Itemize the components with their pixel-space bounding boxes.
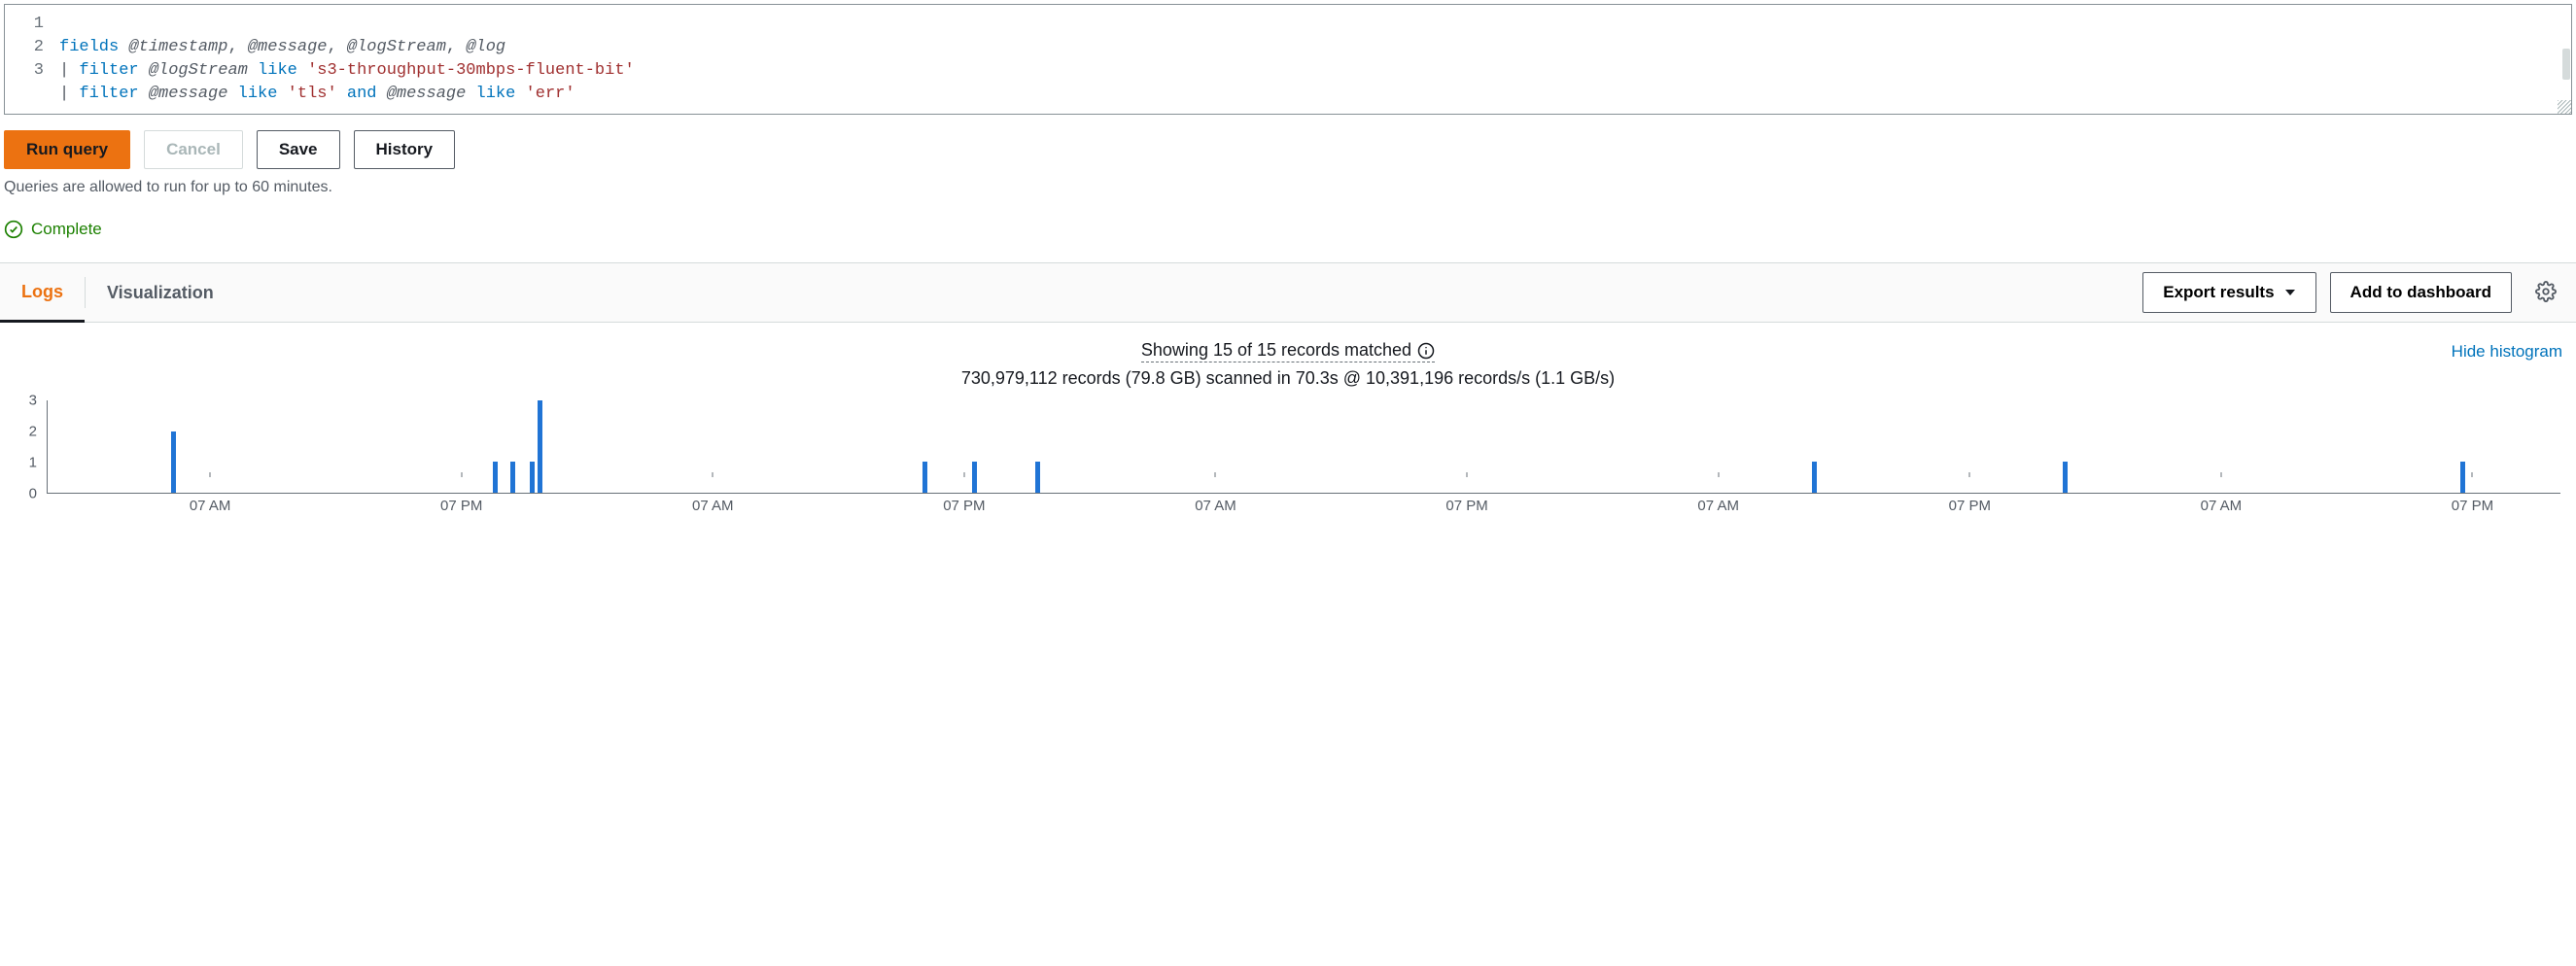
- xtick: 07 AM: [2201, 498, 2243, 514]
- histogram-chart: 0123 07 AM07 PM07 AM07 PM07 AM07 PM07 AM…: [8, 400, 2568, 517]
- save-button[interactable]: Save: [257, 130, 340, 169]
- editor-resize-handle[interactable]: [2558, 100, 2571, 114]
- settings-button[interactable]: [2535, 281, 2557, 305]
- cancel-button: Cancel: [144, 130, 243, 169]
- histogram-bar[interactable]: [493, 462, 498, 493]
- check-circle-icon: [4, 220, 23, 239]
- results-summary: Showing 15 of 15 records matched 730,979…: [0, 323, 2576, 393]
- add-to-dashboard-button[interactable]: Add to dashboard: [2330, 272, 2512, 313]
- editor-gutter: 1 2 3: [5, 13, 59, 106]
- gear-icon: [2535, 281, 2557, 302]
- caret-down-icon: [2284, 288, 2296, 297]
- editor-scrollbar[interactable]: [2562, 49, 2570, 80]
- summary-scanned: 730,979,112 records (79.8 GB) scanned in…: [8, 368, 2568, 389]
- query-editor[interactable]: 1 2 3 fields @timestamp, @message, @logS…: [4, 4, 2572, 115]
- histogram-bar[interactable]: [1035, 462, 1040, 493]
- xtick: 07 AM: [692, 498, 734, 514]
- tab-visualization[interactable]: Visualization: [86, 265, 235, 321]
- chart-plot[interactable]: [47, 400, 2560, 494]
- ytick: 0: [29, 486, 37, 502]
- hide-histogram-link[interactable]: Hide histogram: [2452, 342, 2562, 362]
- xtick: 07 PM: [943, 498, 985, 514]
- xtick: 07 AM: [1697, 498, 1739, 514]
- xtick: 07 AM: [190, 498, 231, 514]
- xtick: 07 PM: [2452, 498, 2493, 514]
- editor-code[interactable]: fields @timestamp, @message, @logStream,…: [59, 13, 2571, 106]
- summary-matched: Showing 15 of 15 records matched: [1141, 340, 1411, 361]
- results-tabbar: Logs Visualization Export results Add to…: [0, 263, 2576, 322]
- histogram-bar[interactable]: [972, 462, 977, 493]
- info-icon[interactable]: [1417, 342, 1435, 360]
- xtick: 07 PM: [1445, 498, 1487, 514]
- xtick: 07 AM: [1195, 498, 1236, 514]
- export-results-button[interactable]: Export results: [2142, 272, 2315, 313]
- histogram-bar[interactable]: [530, 462, 535, 493]
- tab-logs[interactable]: Logs: [0, 264, 85, 323]
- query-status: Complete: [0, 220, 2576, 262]
- histogram-bar[interactable]: [510, 462, 515, 493]
- histogram-bar[interactable]: [2063, 462, 2068, 493]
- xtick: 07 PM: [1949, 498, 1991, 514]
- xtick: 07 PM: [440, 498, 482, 514]
- ytick: 3: [29, 393, 37, 409]
- histogram-bar[interactable]: [922, 462, 927, 493]
- query-actions: Run query Cancel Save History: [0, 115, 2576, 179]
- chart-xaxis: 07 AM 07 PM 07 AM 07 PM 07 AM 07 PM 07 AM 07 PM…: [47, 496, 2560, 517]
- histogram-bar[interactable]: [2460, 462, 2465, 493]
- history-button[interactable]: History: [354, 130, 456, 169]
- query-limit-note: Queries are allowed to run for up to 60 …: [0, 179, 2576, 220]
- histogram-bar[interactable]: [171, 431, 176, 493]
- run-query-button[interactable]: Run query: [4, 130, 130, 169]
- status-label: Complete: [31, 220, 102, 239]
- ytick: 2: [29, 424, 37, 440]
- ytick: 1: [29, 455, 37, 471]
- histogram-bar[interactable]: [1812, 462, 1817, 493]
- chart-yaxis: 0123: [8, 400, 41, 494]
- histogram-bar[interactable]: [538, 400, 542, 493]
